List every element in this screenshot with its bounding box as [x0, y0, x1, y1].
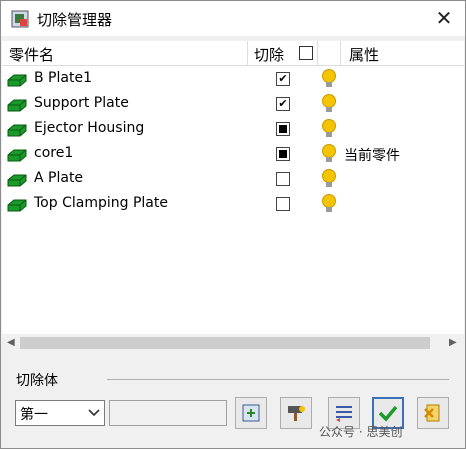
lightbulb-icon[interactable] [320, 93, 338, 115]
part-icon [7, 99, 27, 112]
cut-checkbox[interactable] [276, 197, 290, 211]
part-icon [7, 124, 27, 137]
column-separator[interactable] [317, 41, 318, 65]
horizontal-scrollbar[interactable]: ◀ ▶ [2, 334, 464, 352]
cut-checkbox[interactable] [276, 147, 290, 161]
title-bar: 切除管理器 ✕ [1, 1, 465, 36]
table-row[interactable]: B Plate1 [2, 67, 464, 92]
lightbulb-icon[interactable] [320, 118, 338, 140]
table-row[interactable]: Ejector Housing [2, 117, 464, 142]
close-icon[interactable]: ✕ [433, 6, 455, 30]
scroll-right-icon[interactable]: ▶ [449, 337, 457, 348]
parts-list: 零件名 切除 属性 B Plate1 Support Plate Ejector H… [2, 41, 464, 352]
lightbulb-icon[interactable] [320, 168, 338, 190]
section-divider [107, 379, 449, 380]
table-row[interactable]: Support Plate [2, 92, 464, 117]
column-header-name[interactable]: 零件名 [9, 44, 54, 65]
cut-checkbox[interactable] [276, 72, 290, 86]
cut-body-label: 切除体 [16, 373, 58, 389]
attribute-text: 当前零件 [344, 148, 400, 164]
cancel-button[interactable] [417, 397, 449, 429]
select-body-icon [242, 404, 260, 422]
table-row[interactable]: core1 当前零件 [2, 142, 464, 167]
select-value: 第一 [20, 407, 48, 423]
part-name: B Plate1 [34, 70, 92, 86]
cut-checkbox[interactable] [276, 172, 290, 186]
part-icon [7, 74, 27, 87]
cut-checkbox[interactable] [276, 97, 290, 111]
hammer-icon [288, 406, 305, 421]
scroll-thumb[interactable] [20, 337, 430, 349]
chevron-down-icon [88, 409, 100, 417]
cancel-icon [424, 404, 440, 422]
cut-body-select[interactable]: 第一 [15, 400, 105, 426]
watermark-text: 公众号 · 思美创 [319, 425, 403, 439]
column-header-attr[interactable]: 属性 [349, 44, 379, 65]
list-header: 零件名 切除 属性 [2, 41, 464, 66]
part-name: Ejector Housing [34, 120, 145, 136]
part-name: Support Plate [34, 95, 129, 111]
list-icon [336, 406, 352, 422]
table-row[interactable]: Top Clamping Plate [2, 192, 464, 217]
part-name: A Plate [34, 170, 84, 186]
column-header-cut[interactable]: 切除 [254, 44, 284, 65]
lightbulb-icon[interactable] [320, 143, 338, 165]
part-name: core1 [34, 145, 74, 161]
cut-body-field[interactable] [109, 400, 227, 426]
app-icon [11, 10, 29, 28]
part-icon [7, 199, 27, 212]
column-separator[interactable] [340, 41, 341, 65]
part-name: Top Clamping Plate [34, 195, 168, 211]
table-row[interactable]: A Plate [2, 167, 464, 192]
select-body-button[interactable] [235, 397, 267, 429]
lightbulb-icon[interactable] [320, 193, 338, 215]
column-separator[interactable] [247, 41, 248, 65]
select-all-checkbox[interactable] [299, 46, 313, 60]
highlight-button[interactable] [280, 397, 312, 429]
lightbulb-icon[interactable] [320, 68, 338, 90]
part-icon [7, 149, 27, 162]
window-title: 切除管理器 [37, 11, 113, 29]
cut-checkbox[interactable] [276, 122, 290, 136]
part-icon [7, 174, 27, 187]
checkmark-icon [378, 405, 398, 422]
cut-manager-window: 切除管理器 ✕ 零件名 切除 属性 B Plate1 Support Plate E… [0, 0, 466, 449]
scroll-left-icon[interactable]: ◀ [7, 337, 15, 348]
